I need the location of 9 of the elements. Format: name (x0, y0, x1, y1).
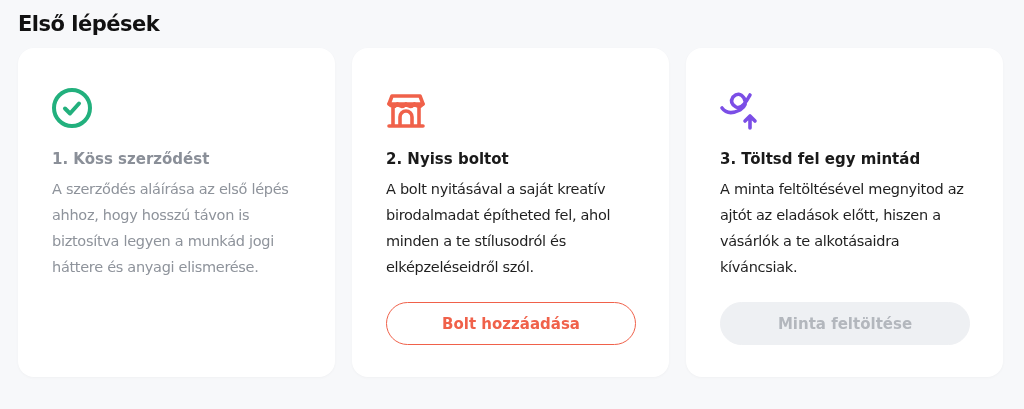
step-description: A szerződés aláírása az első lépés ahhoz, hogy hosszú távon is biztosítva legyen a munkád jogi háttere és anyagi elismerése. (52, 180, 290, 277)
section-heading: Első lépések (18, 12, 161, 36)
step-title: 3. Töltsd fel egy mintád (720, 150, 922, 168)
action-button[interactable]: Bolt hozzáadása (386, 302, 636, 345)
step-title: 1. Köss szerződést (52, 150, 211, 168)
check-circle-icon (50, 86, 94, 130)
step-title: 2. Nyiss boltot (386, 150, 510, 168)
step-description: A minta feltöltésével megnyitod az ajtót az eladások előtt, hiszen a vásárlók a te alkotásaidra kíváncsiak. (720, 180, 965, 277)
step-description: A bolt nyitásával a saját kreatív birodalmadat építheted fel, ahol minden a te stílusodról és elképzeléseidről szól. (386, 180, 612, 277)
